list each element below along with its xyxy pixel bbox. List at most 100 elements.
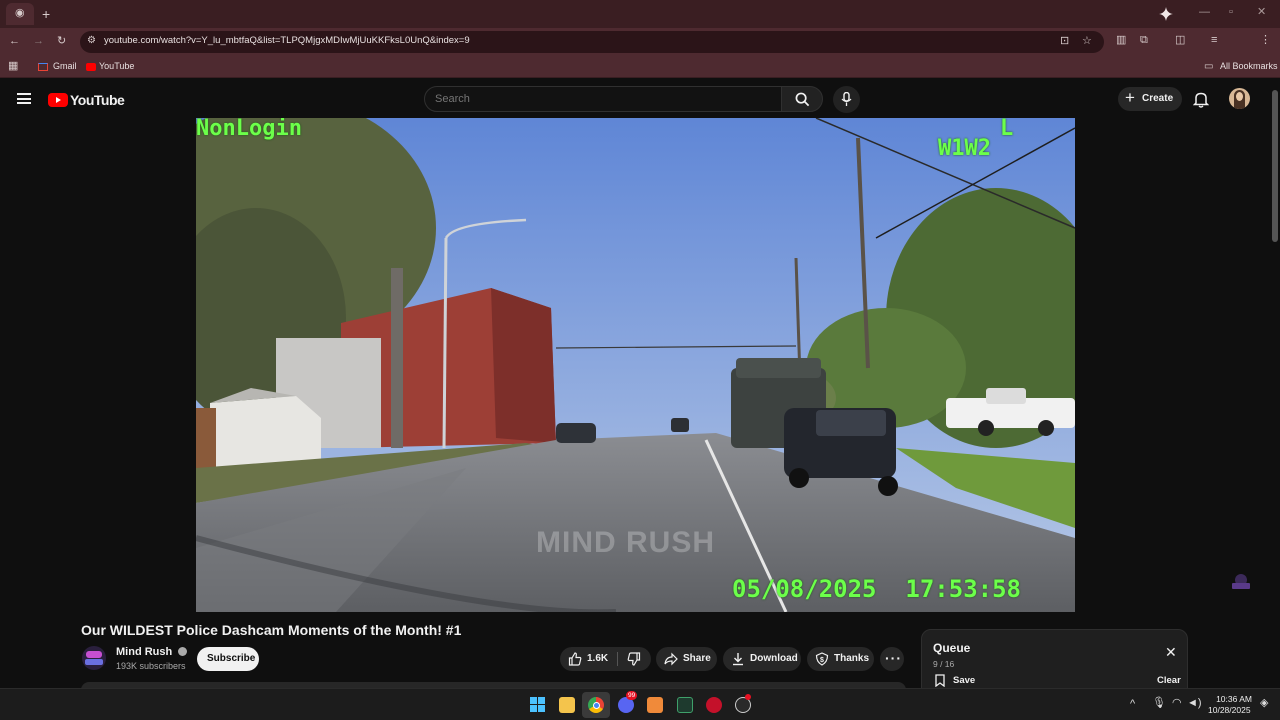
youtube-logo-icon xyxy=(48,93,68,107)
back-icon[interactable]: ← xyxy=(9,36,20,47)
like-count: 1.6K xyxy=(587,653,609,664)
create-button[interactable]: + Create xyxy=(1118,87,1182,111)
clear-queue-button[interactable]: Clear xyxy=(1157,675,1181,686)
app-icon-a[interactable] xyxy=(647,697,663,713)
more-actions-button[interactable]: ··· xyxy=(880,647,904,671)
close-window-icon[interactable]: ✕ xyxy=(1257,7,1266,18)
chrome-icon xyxy=(588,697,604,713)
restore-icon[interactable]: ▫ xyxy=(1229,7,1233,18)
taskbar-chrome-active[interactable] xyxy=(582,692,610,718)
youtube-logo-text: YouTube xyxy=(70,92,125,108)
bookmark-gmail[interactable]: Gmail xyxy=(38,56,78,78)
install-app-icon[interactable]: ⊡ xyxy=(1060,36,1069,47)
apps-grid-icon[interactable]: ▦ xyxy=(8,61,18,72)
queue-position: 9 / 16 xyxy=(933,659,955,669)
verified-badge-icon xyxy=(178,647,188,656)
dislike-button[interactable] xyxy=(618,647,651,671)
dashcam-overlay-code: W1W2 xyxy=(938,136,991,161)
create-button-label: Create xyxy=(1142,93,1174,104)
channel-avatar[interactable] xyxy=(82,646,106,670)
windows-taskbar: 99 ^ 🎙︎ ◠ ◄) 10:36 AM 10/28/2025 ◈ xyxy=(0,688,1280,720)
app-icon-gear[interactable] xyxy=(735,694,751,713)
share-label: Share xyxy=(683,653,711,664)
search-icon xyxy=(795,92,810,107)
search-box[interactable] xyxy=(424,86,782,112)
bookmark-youtube[interactable]: YouTube xyxy=(86,56,134,78)
share-button[interactable]: Share xyxy=(656,647,717,671)
folder-icon: ▭ xyxy=(1204,61,1214,72)
thumbs-down-icon xyxy=(627,652,641,666)
site-info-icon[interactable]: ⚙ xyxy=(87,36,96,46)
notification-center-icon[interactable]: ◈ xyxy=(1260,698,1268,709)
bookmarks-bar: ▦ Gmail YouTube ▭ All Bookmarks xyxy=(0,56,1280,78)
wifi-icon[interactable]: ◠ xyxy=(1172,698,1182,709)
browser-menu-icon[interactable]: ⋮ xyxy=(1260,35,1271,46)
thanks-icon: $ xyxy=(815,652,829,666)
tray-mic-icon[interactable]: 🎙︎ xyxy=(1152,698,1166,709)
file-explorer-icon[interactable] xyxy=(559,697,575,713)
app-icon-media[interactable] xyxy=(706,697,722,713)
like-dislike-group: 1.6K xyxy=(560,647,651,671)
audio-playing-icon: ◉ xyxy=(15,7,25,19)
browser-tab[interactable]: ◉ xyxy=(6,3,34,25)
dashcam-overlay-letter: L xyxy=(1000,118,1014,141)
video-watermark: MIND RUSH xyxy=(536,526,715,559)
all-bookmarks-button[interactable]: All Bookmarks xyxy=(1220,61,1278,71)
address-bar[interactable]: ⚙ youtube.com/watch?v=Y_lu_mbtfaQ&list=T… xyxy=(80,31,1104,53)
thanks-button[interactable]: $ Thanks xyxy=(807,647,874,671)
save-queue-button[interactable]: Save xyxy=(933,672,983,688)
voice-search-button[interactable] xyxy=(833,86,860,113)
download-label: Download xyxy=(750,653,798,664)
gemini-icon[interactable] xyxy=(1158,6,1174,22)
bookmark-gmail-label: Gmail xyxy=(53,61,77,71)
extensions-puzzle-icon[interactable]: ⧉ xyxy=(1140,35,1148,46)
taskbar-time[interactable]: 10:36 AM xyxy=(1212,694,1252,704)
bookmark-youtube-label: YouTube xyxy=(99,61,135,71)
youtube-logo[interactable]: YouTube xyxy=(48,92,125,108)
video-player[interactable]: NonLogin L W1W2 05/08/2025 17:53:58 MIND… xyxy=(196,118,1075,612)
reload-icon[interactable]: ↻ xyxy=(57,36,66,47)
channel-name-text: Mind Rush xyxy=(116,646,173,658)
taskbar-date[interactable]: 10/28/2025 xyxy=(1208,705,1251,715)
discord-icon[interactable]: 99 xyxy=(618,691,638,713)
discord-badge: 99 xyxy=(626,691,638,700)
channel-name[interactable]: Mind Rush xyxy=(116,646,188,658)
video-title: Our WILDEST Police Dashcam Moments of th… xyxy=(81,622,462,638)
user-avatar[interactable] xyxy=(1229,88,1250,109)
queue-panel: Queue 9 / 16 ✕ Save Clear xyxy=(921,629,1188,691)
subscriber-count: 193K subscribers xyxy=(116,661,186,671)
tray-overflow-icon[interactable]: ^ xyxy=(1130,699,1135,710)
new-tab-icon[interactable]: + xyxy=(42,7,50,21)
download-icon xyxy=(733,653,743,666)
channel-watermark-icon[interactable] xyxy=(1230,572,1252,592)
browser-tab-strip: ◉ + — ▫ ✕ xyxy=(0,0,1280,28)
forward-icon[interactable]: → xyxy=(33,36,44,47)
reading-list-icon[interactable]: ≡ xyxy=(1211,35,1217,46)
hamburger-menu-icon[interactable] xyxy=(17,93,31,104)
subscribe-button[interactable]: Subscribe xyxy=(197,647,259,671)
gmail-icon xyxy=(38,63,48,71)
address-bar-url: youtube.com/watch?v=Y_lu_mbtfaQ&list=TLP… xyxy=(104,35,470,46)
like-button[interactable]: 1.6K xyxy=(560,647,617,671)
extension-icon[interactable]: ▥ xyxy=(1116,35,1126,46)
search-button[interactable] xyxy=(781,86,823,112)
bookmark-star-icon[interactable]: ☆ xyxy=(1082,36,1092,47)
bookmark-icon xyxy=(935,674,945,687)
volume-icon[interactable]: ◄) xyxy=(1187,698,1202,709)
download-button[interactable]: Download xyxy=(723,647,801,671)
app-icon-terminal[interactable] xyxy=(677,697,693,713)
split-view-icon[interactable]: ◫ xyxy=(1175,35,1185,46)
windows-start-icon[interactable] xyxy=(530,697,546,713)
queue-title: Queue xyxy=(933,641,971,655)
notifications-bell-icon[interactable] xyxy=(1193,91,1209,108)
dashcam-timestamp: 05/08/2025 17:53:58 xyxy=(732,575,1021,603)
plus-icon: + xyxy=(1125,88,1135,107)
minimize-icon[interactable]: — xyxy=(1199,7,1210,18)
svg-text:$: $ xyxy=(820,657,824,664)
subscribe-label: Subscribe xyxy=(207,653,256,664)
thumbs-up-icon xyxy=(568,652,582,666)
close-queue-icon[interactable]: ✕ xyxy=(1165,645,1177,659)
search-input[interactable] xyxy=(435,92,765,106)
share-icon xyxy=(664,652,678,666)
page-scrollbar[interactable] xyxy=(1272,90,1278,242)
